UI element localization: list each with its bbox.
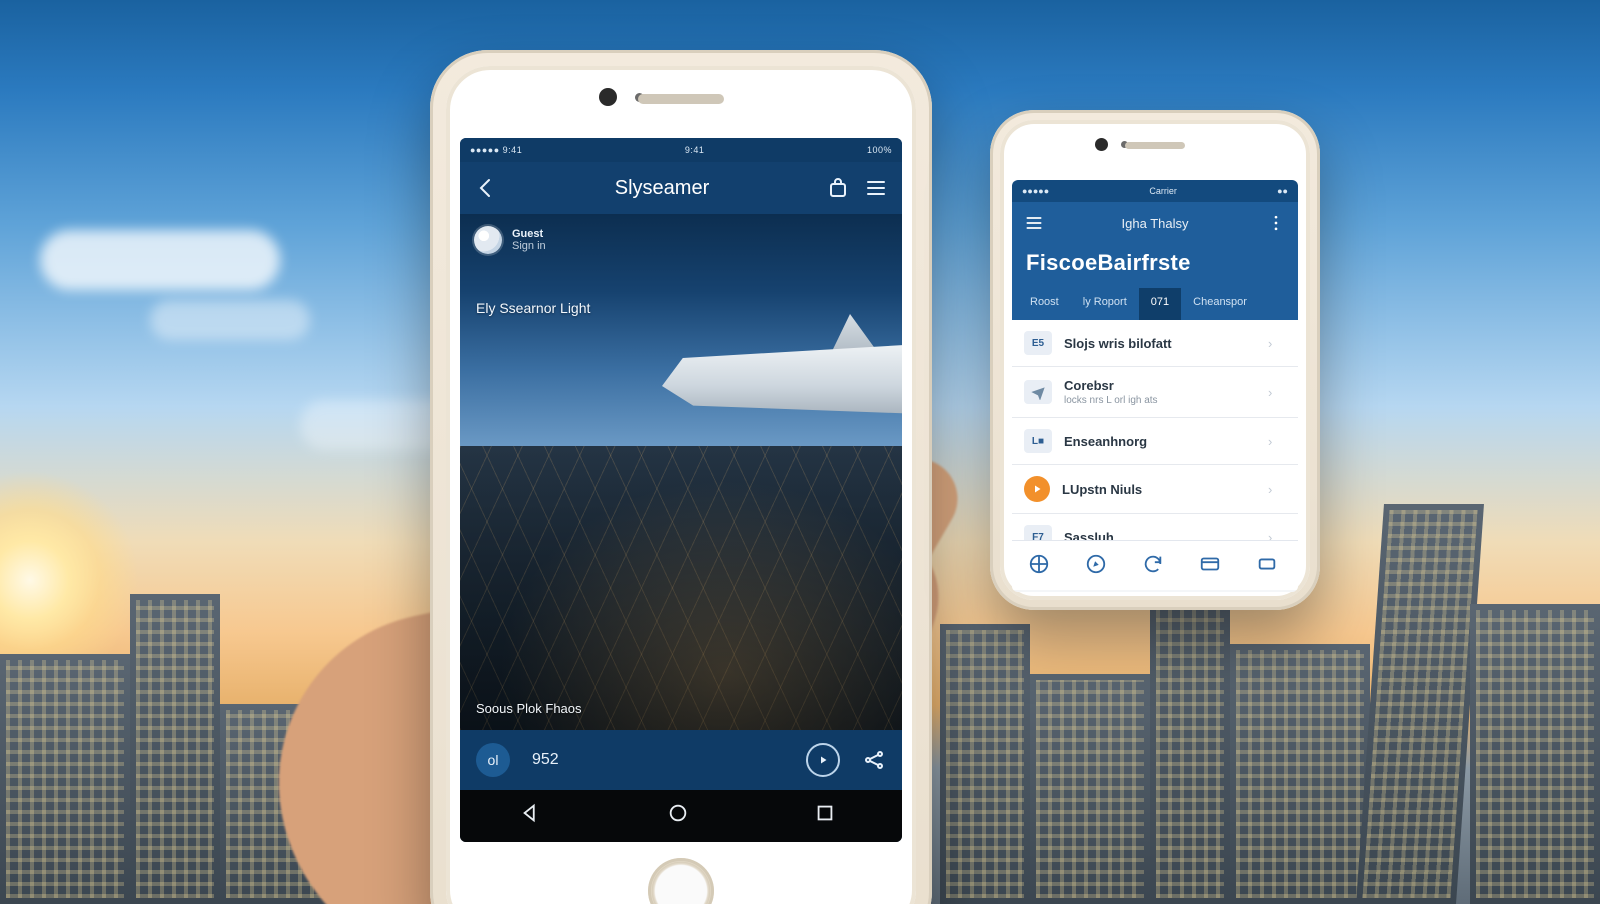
profile-sub: Sign in [512,240,546,252]
system-nav [460,790,902,842]
chevron-right-icon: › [1268,530,1286,541]
city-aerial [460,446,902,730]
list-item[interactable]: E5 Slojs wris bilofatt › [1012,320,1298,367]
chevron-right-icon: › [1268,434,1286,449]
cloud [150,300,310,340]
app-title: Slyseamer [512,177,812,200]
play-button[interactable] [806,743,840,777]
row-title: Sassluh [1064,530,1256,541]
tab-1[interactable]: ly Roport [1071,288,1139,320]
plane-icon [1024,380,1052,404]
tab-bar: Roost ly Roport 071 Cheanspor [1012,288,1298,320]
front-camera [599,88,617,106]
row-title: Enseanhnorg [1064,434,1256,449]
bottom-nav [1012,540,1298,590]
tab-0[interactable]: Roost [1018,288,1071,320]
list-item[interactable]: LUpstn Niuls › [1012,465,1298,514]
nav-explore-icon[interactable] [1028,553,1054,579]
status-left: ●●●●● [1022,186,1049,196]
menu-icon[interactable] [864,176,888,200]
promo-scene: ●●●●● 9:41 9:41 100% Slyseamer [0,0,1600,904]
screen-primary: ●●●●● 9:41 9:41 100% Slyseamer [460,138,902,842]
front-camera [1095,138,1108,151]
nav-refresh-icon[interactable] [1142,553,1168,579]
phone-secondary: ●●●●● Carrier ●● Igha Thalsy FiscoeBairf… [990,110,1320,610]
media-dock: ol 952 [460,730,902,790]
list-item[interactable]: F7 Sassluh › [1012,514,1298,540]
status-bar: ●●●●● Carrier ●● [1012,180,1298,202]
row-badge [1024,476,1050,502]
dock-chip-2-label[interactable]: 952 [532,751,559,769]
row-badge: F7 [1024,525,1052,540]
nav-ticket-icon[interactable] [1256,553,1282,579]
status-right: ●● [1277,186,1288,196]
airplane-wing [662,314,902,464]
profile-name: Guest [512,228,546,240]
nav-compass-icon[interactable] [1085,553,1111,579]
list-item[interactable]: Corebsr locks nrs L orl igh ats › [1012,367,1298,418]
more-icon[interactable] [1266,213,1286,233]
menu-icon[interactable] [1024,213,1044,233]
nav-back-icon[interactable] [520,802,548,830]
hero-image[interactable]: Guest Sign in Ely Ssearnor Light Soous P… [460,214,902,730]
back-icon[interactable] [474,176,498,200]
earpiece [638,94,724,104]
profile-chip[interactable]: Guest Sign in [474,226,546,254]
phone-primary: ●●●●● 9:41 9:41 100% Slyseamer [430,50,932,904]
results-list[interactable]: E5 Slojs wris bilofatt › Corebsr locks n… [1012,320,1298,540]
chevron-right-icon: › [1268,336,1286,351]
dock-chip-1[interactable]: ol [476,743,510,777]
list-item[interactable]: L■ Enseanhnorg › [1012,418,1298,465]
hero-headline: Ely Ssearnor Light [476,300,590,316]
hero-caption: Soous Plok Fhaos [476,701,582,716]
tab-3[interactable]: Cheanspor [1181,288,1259,320]
bag-icon[interactable] [826,176,850,200]
row-badge: E5 [1024,331,1052,355]
tab-2[interactable]: 071 [1139,288,1181,320]
screen-secondary: ●●●●● Carrier ●● Igha Thalsy FiscoeBairf… [1012,180,1298,592]
row-title: LUpstn Niuls [1062,482,1256,497]
earpiece [1125,142,1185,149]
nav-card-icon[interactable] [1199,553,1225,579]
nav-recents-icon[interactable] [814,802,842,830]
status-center: 9:41 [685,145,705,155]
status-center: Carrier [1149,186,1177,196]
cloud [40,230,280,290]
row-title: Slojs wris bilofatt [1064,336,1256,351]
chevron-right-icon: › [1268,385,1286,400]
header-subtitle: Igha Thalsy [1054,216,1256,231]
nav-home-icon[interactable] [667,802,695,830]
brand-title: FiscoeBairfrste [1012,244,1298,288]
status-left: ●●●●● 9:41 [470,145,522,155]
row-badge: L■ [1024,429,1052,453]
chevron-right-icon: › [1268,482,1286,497]
header: Igha Thalsy FiscoeBairfrste Roost ly Rop… [1012,202,1298,320]
share-icon[interactable] [862,748,886,772]
row-title: Corebsr [1064,378,1256,393]
row-subtitle: locks nrs L orl igh ats [1064,395,1256,406]
app-bar: Slyseamer [460,162,902,214]
avatar [474,226,502,254]
status-right: 100% [867,145,892,155]
status-bar: ●●●●● 9:41 9:41 100% [460,138,902,162]
